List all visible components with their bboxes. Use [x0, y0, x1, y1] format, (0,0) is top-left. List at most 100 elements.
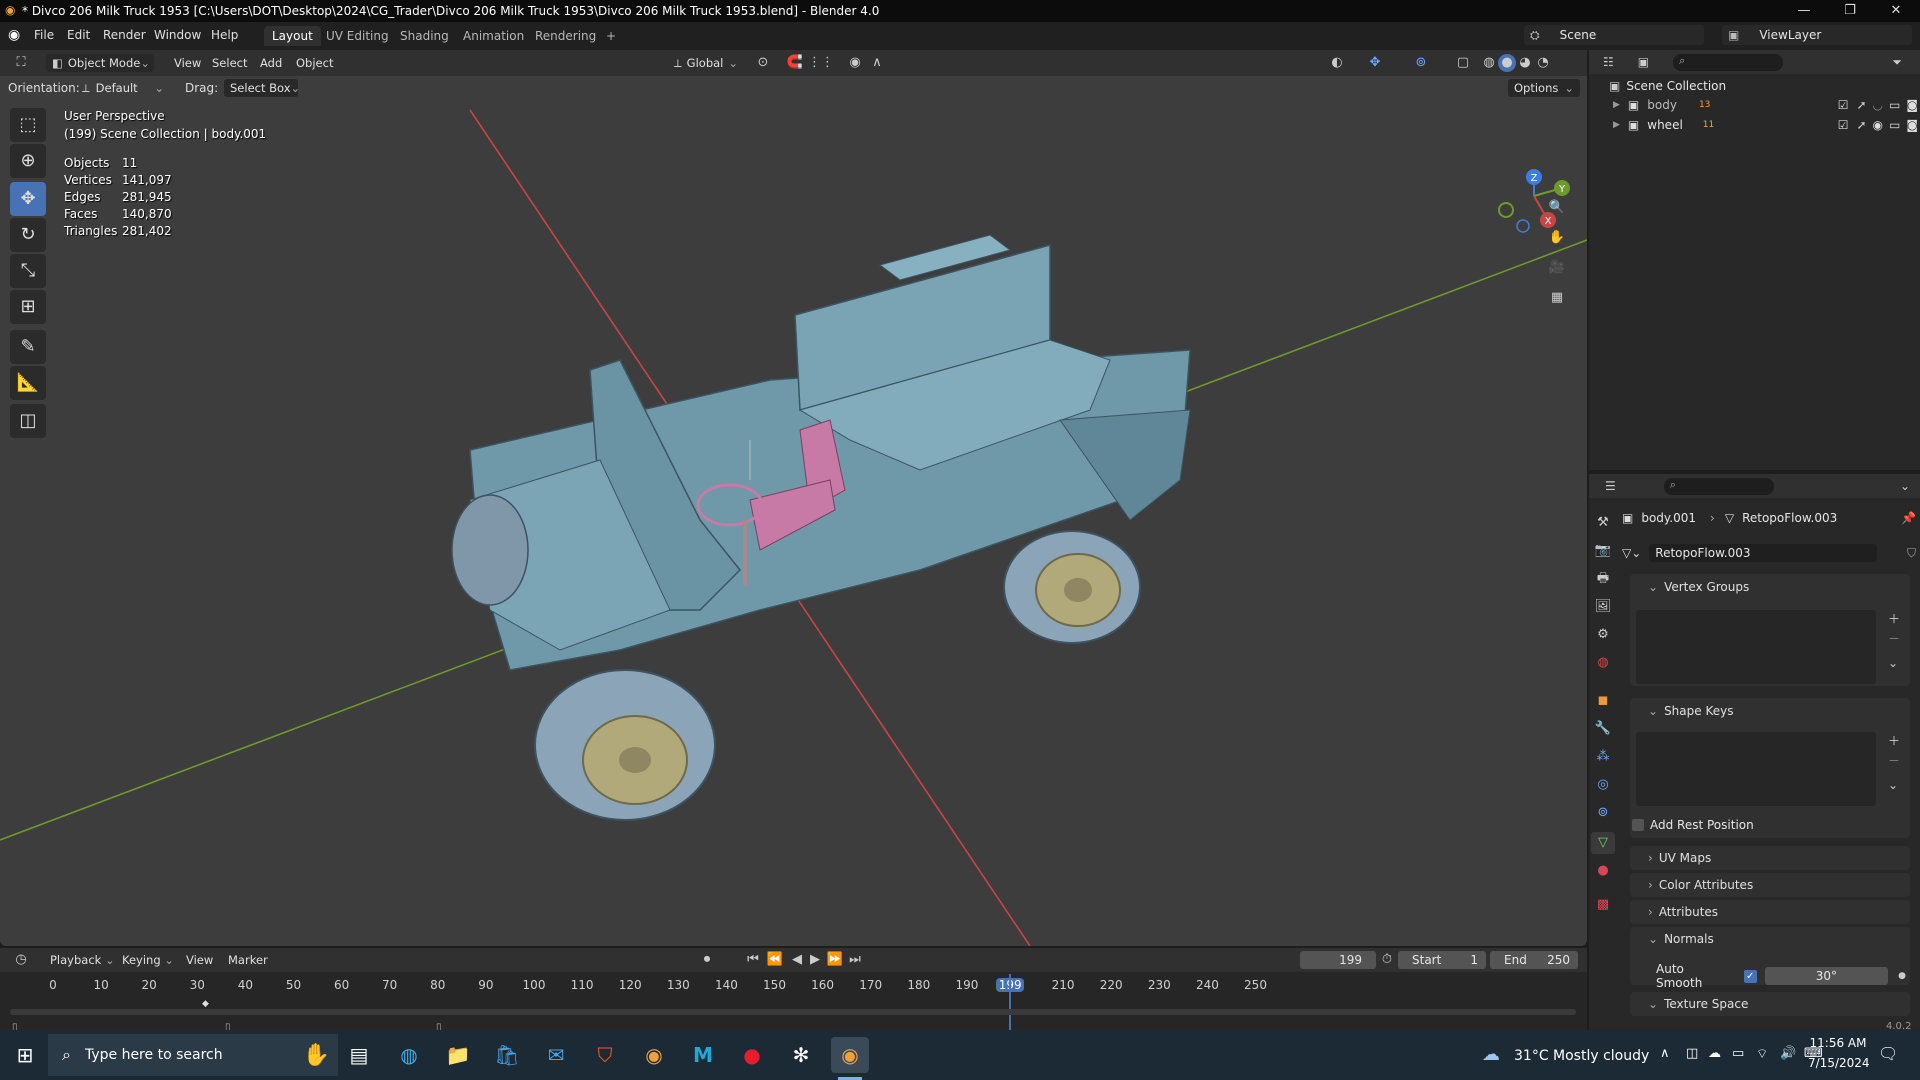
view-layer-selector[interactable]: ▣ ViewLayer: [1722, 25, 1912, 45]
blender-menu-icon[interactable]: ◉: [8, 27, 20, 43]
weather-cloud-icon[interactable]: ☁: [1482, 1044, 1500, 1065]
monitor-icon[interactable]: ▭: [1889, 98, 1900, 112]
notification-center-icon[interactable]: 🗨: [1878, 1044, 1898, 1063]
add-rest-position-checkbox[interactable]: [1632, 819, 1644, 831]
menu-timeline-view[interactable]: View: [180, 951, 219, 969]
select-box-tool-icon[interactable]: ⬚: [10, 108, 46, 142]
output-tab-icon[interactable]: 🖶: [1591, 568, 1615, 590]
fake-user-shield-icon[interactable]: ⛉: [1907, 546, 1916, 561]
outliner-editor-icon[interactable]: ☷: [1603, 55, 1614, 69]
scene-selector[interactable]: ⛭ Scene: [1524, 25, 1704, 45]
vertex-groups-list[interactable]: [1636, 610, 1876, 684]
falloff-icon[interactable]: ∧: [868, 54, 886, 72]
remove-vertex-group-button[interactable]: －: [1888, 630, 1900, 647]
menu-keying[interactable]: Keying ⌄: [116, 951, 180, 969]
menu-object[interactable]: Object: [290, 54, 339, 72]
end-frame-field[interactable]: End 250: [1490, 951, 1578, 969]
properties-editor-icon[interactable]: ☰: [1605, 479, 1616, 493]
expand-arrow-icon[interactable]: ▶: [1613, 120, 1620, 130]
pin-icon[interactable]: 📌: [1901, 511, 1916, 525]
file-explorer-icon[interactable]: 📁: [439, 1037, 477, 1073]
texture-tab-icon[interactable]: ▩: [1591, 894, 1615, 916]
perspective-grid-icon[interactable]: ▦: [1545, 286, 1569, 310]
proportional-edit-icon[interactable]: ◉: [846, 54, 864, 72]
jump-end-icon[interactable]: ⏭: [846, 951, 864, 969]
attributes-header[interactable]: › Attributes: [1648, 905, 1718, 919]
stopwatch-icon[interactable]: ⏱: [1378, 951, 1396, 969]
constraints-tab-icon[interactable]: ⊚: [1591, 802, 1615, 824]
menu-add[interactable]: Add: [254, 54, 288, 72]
gizmo-toggle-icon[interactable]: ✥: [1366, 54, 1384, 72]
material-shading-icon[interactable]: ◕: [1516, 54, 1534, 72]
menu-window[interactable]: Window: [154, 28, 201, 42]
menu-marker[interactable]: Marker: [222, 951, 274, 969]
auto-smooth-checkbox[interactable]: ✓: [1743, 969, 1757, 983]
blender-taskbar-icon[interactable]: ◉: [635, 1037, 673, 1073]
snap-icon[interactable]: 🧲: [786, 54, 804, 72]
tab-layout[interactable]: Layout: [264, 26, 321, 46]
pivot-point-icon[interactable]: ⊙: [754, 54, 772, 72]
zoom-icon[interactable]: 🔍: [1545, 196, 1569, 220]
chevron-up-icon[interactable]: ∧: [1660, 1046, 1670, 1061]
monitor-icon[interactable]: ▭: [1889, 118, 1900, 132]
mesh-datablock-selector[interactable]: ▽⌄ RetopoFlow.003 ⛉: [1622, 543, 1916, 563]
data-tab-icon[interactable]: ▽: [1591, 832, 1615, 854]
menu-view[interactable]: View: [168, 54, 207, 72]
remove-shape-key-button[interactable]: －: [1888, 752, 1900, 769]
material-tab-icon[interactable]: ●: [1591, 860, 1615, 882]
add-vertex-group-button[interactable]: ＋: [1888, 610, 1900, 627]
drag-dropdown[interactable]: Select Box ⌄: [224, 79, 300, 97]
filter-icon[interactable]: ⏷: [1892, 55, 1902, 70]
play-icon[interactable]: ▶: [806, 951, 824, 969]
next-keyframe-icon[interactable]: ⏩: [826, 951, 844, 969]
render-tab-icon[interactable]: 📷: [1591, 540, 1615, 562]
red-app-icon[interactable]: ●: [733, 1037, 771, 1073]
uv-maps-header[interactable]: › UV Maps: [1648, 851, 1711, 865]
camera-tray-icon[interactable]: ◫: [1686, 1046, 1698, 1061]
timeline-editor-icon[interactable]: ◷: [12, 951, 30, 969]
microsoft-store-icon[interactable]: 🛍: [488, 1037, 526, 1073]
normals-header[interactable]: ⌄ Normals: [1648, 932, 1714, 946]
scene-collection-row[interactable]: ▣ Scene Collection: [1609, 79, 1726, 93]
shape-keys-header[interactable]: ⌄ Shape Keys: [1648, 704, 1733, 718]
overlay-toggle-icon[interactable]: ⊚: [1412, 54, 1430, 72]
tool-tab-icon[interactable]: ⚒: [1591, 512, 1615, 534]
shape-keys-list[interactable]: [1636, 732, 1876, 806]
vertex-group-specials-chevron-icon[interactable]: ⌄: [1888, 656, 1898, 670]
mesh-name-field[interactable]: RetopoFlow.003: [1649, 544, 1878, 562]
vertex-groups-header[interactable]: ⌄ Vertex Groups: [1648, 580, 1749, 594]
tab-animation[interactable]: Animation: [455, 26, 532, 46]
solid-shading-icon[interactable]: ●: [1498, 54, 1516, 72]
add-cube-tool-icon[interactable]: ◫: [10, 404, 46, 438]
brave-browser-icon[interactable]: ⛉: [586, 1037, 624, 1073]
maximize-button[interactable]: ❐: [1827, 0, 1873, 22]
eye-hidden-icon[interactable]: ◡: [1873, 98, 1883, 112]
select-arrow-icon[interactable]: ➚: [1856, 98, 1866, 112]
outliner-item-wheel[interactable]: ▶ ▣ wheel 11 ☑ ➚ ◉ ▭ ◙: [1613, 118, 1918, 132]
snap-target-icon[interactable]: ⋮⋮: [808, 54, 834, 72]
timeline-scrollbar[interactable]: [10, 1009, 1576, 1015]
current-frame-field[interactable]: 199: [1300, 951, 1376, 969]
modifier-tab-icon[interactable]: 🔧: [1591, 718, 1615, 740]
properties-search-input[interactable]: ⌕: [1663, 477, 1774, 495]
orientation-dropdown[interactable]: ⟂ Default ⌄: [76, 79, 170, 97]
taskbar-search-box[interactable]: ⌕ Type here to search ✋: [48, 1034, 338, 1076]
outliner-search-input[interactable]: ⌕: [1673, 53, 1784, 71]
menu-edit[interactable]: Edit: [67, 28, 90, 42]
cursor-tool-icon[interactable]: ⊕: [10, 144, 46, 178]
editor-type-icon[interactable]: ⛶: [12, 54, 30, 72]
minimize-button[interactable]: —: [1781, 0, 1827, 22]
prev-keyframe-icon[interactable]: ⏪: [766, 951, 784, 969]
camera-icon[interactable]: 🎥: [1545, 256, 1569, 280]
scene-tab-icon[interactable]: ⚙: [1591, 624, 1615, 646]
render-camera-icon[interactable]: ◙: [1906, 118, 1918, 132]
clock-date[interactable]: 7/15/2024: [1808, 1056, 1870, 1070]
texture-space-header[interactable]: ⌄ Texture Space: [1648, 997, 1748, 1011]
add-workspace-button[interactable]: +: [598, 26, 624, 46]
xray-icon[interactable]: ▢: [1454, 54, 1472, 72]
3d-viewport[interactable]: Z Y X: [0, 50, 1587, 946]
physics-tab-icon[interactable]: ◎: [1591, 774, 1615, 796]
display-mode-icon[interactable]: ▣: [1638, 55, 1649, 69]
render-camera-icon[interactable]: ◙: [1906, 98, 1918, 112]
menu-file[interactable]: File: [34, 28, 54, 42]
